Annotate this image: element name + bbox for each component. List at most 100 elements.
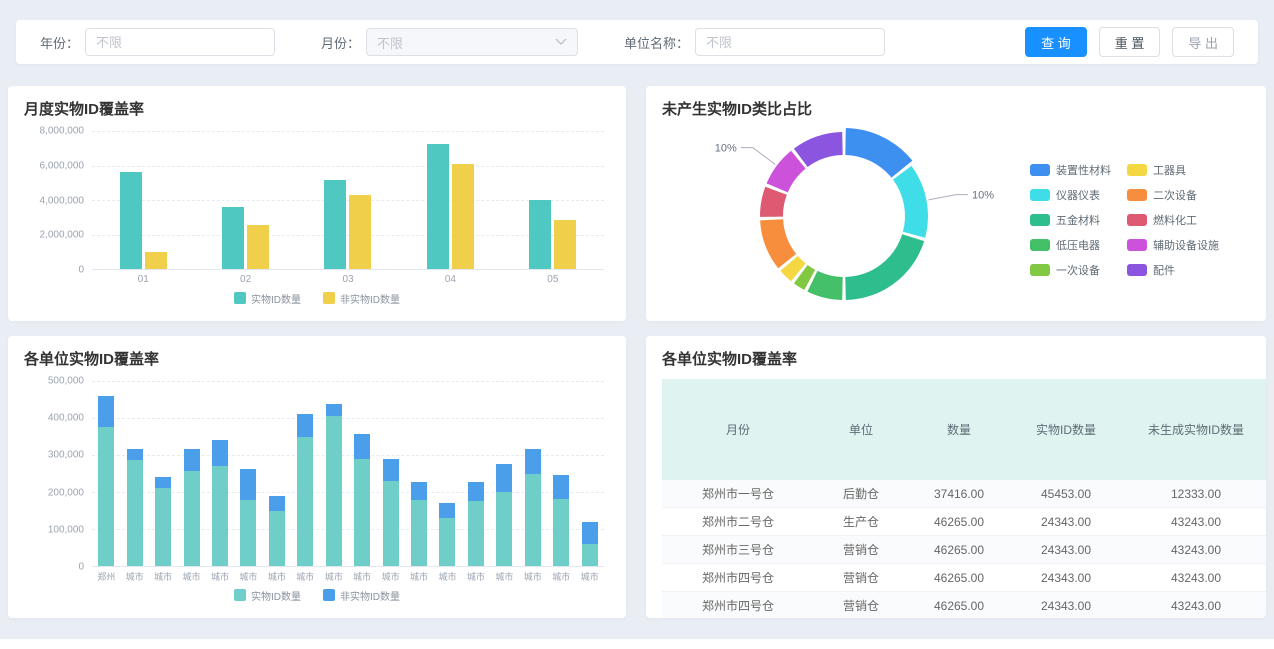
legend-item[interactable]: 装置性材料 <box>1030 162 1111 178</box>
unit-name-filter: 单位名称： <box>624 28 885 56</box>
stacked-bar <box>582 381 598 566</box>
bar-segment <box>582 544 598 566</box>
donut-slice-10[interactable] <box>794 132 843 167</box>
table-cell: 46265.00 <box>908 564 1010 592</box>
legend-item[interactable]: 非实物ID数量 <box>323 588 400 603</box>
stacked-bar <box>553 381 569 566</box>
legend-item[interactable]: 辅助设备设施 <box>1127 237 1219 253</box>
x-axis-label: 03 <box>297 274 399 285</box>
table-cell: 生产仓 <box>814 508 908 536</box>
bar-segment <box>354 459 370 566</box>
bar-group <box>354 381 370 566</box>
bar-segment <box>212 466 228 566</box>
monthly-bar-chart: 8,000,0006,000,0004,000,0002,000,0000010… <box>24 123 610 308</box>
panel-monthly-coverage: 月度实物ID覆盖率 8,000,0006,000,0004,000,0002,0… <box>8 86 626 321</box>
table-cell: 43243.00 <box>1122 592 1266 619</box>
legend-label: 仪器仪表 <box>1056 187 1100 203</box>
legend-item[interactable]: 仪器仪表 <box>1030 187 1111 203</box>
stacked-bar <box>326 381 342 566</box>
query-button[interactable]: 查 询 <box>1025 27 1087 57</box>
table-cell: 37416.00 <box>908 480 1010 508</box>
stacked-bar <box>496 381 512 566</box>
legend-item[interactable]: 非实物ID数量 <box>323 291 400 306</box>
bar-group <box>184 381 200 566</box>
panel-unproduced-id-ratio: 未产生实物ID类比占比 10%10% 装置性材料仪器仪表五金材料低压电器一次设备… <box>646 86 1266 321</box>
legend-item[interactable]: 燃料化工 <box>1127 212 1219 228</box>
units-coverage-table: 月份单位数量实物ID数量未生成实物ID数量实物ID覆盖率 郑州市一号仓后勤仓37… <box>662 379 1266 618</box>
donut-slice-8[interactable] <box>760 187 787 217</box>
legend-label: 工器具 <box>1153 162 1186 178</box>
legend-swatch <box>234 292 246 304</box>
bar-segment <box>212 440 228 466</box>
bar <box>324 180 346 269</box>
chevron-down-icon <box>555 38 567 46</box>
bar-segment <box>155 477 171 487</box>
bar-segment <box>411 500 427 566</box>
donut-callout-line <box>929 195 969 200</box>
table-cell: 46265.00 <box>908 536 1010 564</box>
legend-item[interactable]: 工器具 <box>1127 162 1219 178</box>
table-head: 月份单位数量实物ID数量未生成实物ID数量实物ID覆盖率 <box>662 379 1266 480</box>
bar-group <box>529 131 576 269</box>
bar-segment <box>553 499 569 566</box>
column-header: 未生成实物ID数量 <box>1122 379 1266 480</box>
legend-item[interactable]: 低压电器 <box>1030 237 1111 253</box>
table-cell: 24343.00 <box>1010 508 1122 536</box>
column-header: 数量 <box>908 379 1010 480</box>
x-axis-label: 城市 <box>263 570 291 583</box>
unit-name-input[interactable] <box>695 28 885 56</box>
stacked-bar <box>525 381 541 566</box>
bar <box>145 252 167 269</box>
legend-item[interactable]: 实物ID数量 <box>234 588 301 603</box>
legend-item[interactable]: 二次设备 <box>1127 187 1219 203</box>
y-axis-tick: 4,000,000 <box>40 195 85 206</box>
bar-group <box>120 131 167 269</box>
donut-slice-7[interactable] <box>760 219 796 268</box>
bar-group <box>525 381 541 566</box>
bar-segment <box>525 474 541 567</box>
stacked-bar <box>468 381 484 566</box>
x-axis-label: 城市 <box>433 570 461 583</box>
panel-units-coverage-table: 各单位实物ID覆盖率 月份单位数量实物ID数量未生成实物ID数量实物ID覆盖率 … <box>646 336 1266 618</box>
legend-swatch <box>1030 189 1050 201</box>
legend-label: 实物ID数量 <box>251 588 301 603</box>
bar-segment <box>269 496 285 511</box>
x-axis-label: 05 <box>502 274 604 285</box>
x-axis-label: 城市 <box>206 570 234 583</box>
bar-group <box>383 381 399 566</box>
y-axis: 500,000400,000300,000200,000100,0000 <box>24 381 92 567</box>
x-axis-label: 郑州 <box>92 570 120 583</box>
month-select[interactable]: 不限 <box>366 28 578 56</box>
bar-group <box>427 131 474 269</box>
y-axis-tick: 200,000 <box>48 487 84 498</box>
bar-groups <box>92 381 604 566</box>
table-body: 郑州市一号仓后勤仓37416.0045453.0012333.003432.00… <box>662 480 1266 618</box>
x-axis-labels: 郑州城市城市城市城市城市城市城市城市城市城市城市城市城市城市城市城市城市 <box>92 570 604 583</box>
reset-button[interactable]: 重 置 <box>1099 27 1161 57</box>
legend-item[interactable]: 实物ID数量 <box>234 291 301 306</box>
bar-segment <box>439 503 455 518</box>
table-cell: 24343.00 <box>1010 536 1122 564</box>
export-button[interactable]: 导 出 <box>1172 27 1234 57</box>
legend-label: 非实物ID数量 <box>340 291 400 306</box>
legend-swatch <box>234 589 246 601</box>
legend-label: 低压电器 <box>1056 237 1100 253</box>
donut-slice-1[interactable] <box>845 128 912 178</box>
bar <box>529 200 551 269</box>
donut-slice-3[interactable] <box>845 234 924 300</box>
units-stacked-bar-chart: 500,000400,000300,000200,000100,0000郑州 城市… <box>24 373 610 605</box>
legend-item[interactable]: 五金材料 <box>1030 212 1111 228</box>
dashboard-grid: 月度实物ID覆盖率 8,000,0006,000,0004,000,0002,0… <box>8 86 1266 618</box>
donut-slice-4[interactable] <box>807 271 842 300</box>
year-input[interactable] <box>85 28 275 56</box>
legend-item[interactable]: 一次设备 <box>1030 262 1111 278</box>
donut-slice-2[interactable] <box>893 166 928 238</box>
donut-slice-9[interactable] <box>767 151 806 193</box>
bar-segment <box>496 492 512 566</box>
bar-segment <box>582 522 598 543</box>
legend-item[interactable]: 配件 <box>1127 262 1219 278</box>
panel-units-chart-title: 各单位实物ID覆盖率 <box>24 348 610 369</box>
table-cell: 43243.00 <box>1122 564 1266 592</box>
table-cell: 43243.00 <box>1122 508 1266 536</box>
stacked-bar <box>212 381 228 566</box>
